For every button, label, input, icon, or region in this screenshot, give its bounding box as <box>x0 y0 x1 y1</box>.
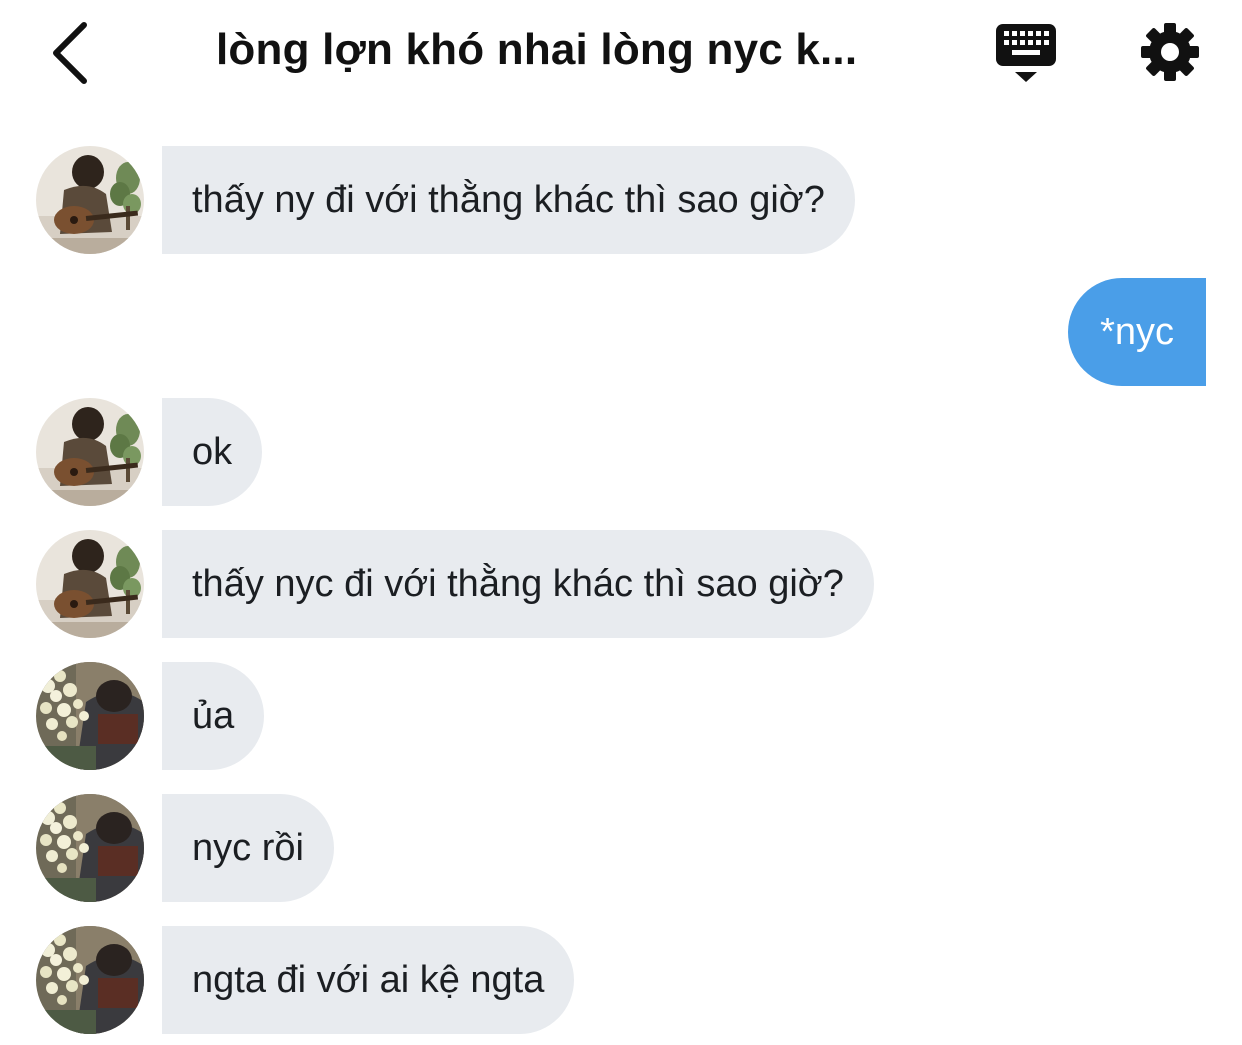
avatar-guitar[interactable] <box>36 530 144 638</box>
chevron-left-icon <box>53 22 87 84</box>
avatar-guitar-image <box>36 530 144 638</box>
message-text: nyc rồi <box>192 826 304 869</box>
avatar-flowers-image <box>36 794 144 902</box>
incoming-message-bubble[interactable]: thấy nyc đi với thằng khác thì sao giờ? <box>162 530 874 638</box>
message-text: ok <box>192 430 233 473</box>
message-row: ủa <box>0 662 1242 770</box>
avatar-flowers[interactable] <box>36 794 144 902</box>
message-text: *nyc <box>1100 310 1174 353</box>
chat-header: lòng lợn khó nhai lòng nyc k... <box>0 0 1242 110</box>
chat-title: lòng lợn khó nhai lòng nyc k... <box>216 25 858 74</box>
avatar-flowers-image <box>36 662 144 770</box>
gear-icon <box>1141 23 1199 81</box>
outgoing-message-bubble[interactable]: *nyc <box>1068 278 1206 386</box>
message-row: thấy nyc đi với thằng khác thì sao giờ? <box>0 530 1242 638</box>
incoming-message-bubble[interactable]: ok <box>162 398 263 506</box>
avatar-flowers[interactable] <box>36 926 144 1034</box>
avatar-guitar[interactable] <box>36 146 144 254</box>
avatar-guitar-image <box>36 398 144 506</box>
avatar-guitar-image <box>36 146 144 254</box>
message-row: *nyc <box>0 278 1242 386</box>
incoming-message-bubble[interactable]: ngta đi với ai kệ ngta <box>162 926 575 1034</box>
message-row: nyc rồi <box>0 794 1242 902</box>
keyboard-hide-icon <box>996 24 1056 82</box>
message-text: ủa <box>192 694 235 737</box>
avatar-flowers-image <box>36 926 144 1034</box>
avatar-flowers[interactable] <box>36 662 144 770</box>
incoming-message-bubble[interactable]: ủa <box>162 662 265 770</box>
message-row: ok <box>0 398 1242 506</box>
avatar-guitar[interactable] <box>36 398 144 506</box>
keyboard-button[interactable] <box>992 20 1060 86</box>
message-text: thấy ny đi với thằng khác thì sao giờ? <box>192 178 825 221</box>
incoming-message-bubble[interactable]: thấy ny đi với thằng khác thì sao giờ? <box>162 146 855 254</box>
message-text: thấy nyc đi với thằng khác thì sao giờ? <box>192 562 844 605</box>
message-row: ngta đi với ai kệ ngta <box>0 926 1242 1034</box>
back-button[interactable] <box>38 18 102 88</box>
settings-button[interactable] <box>1136 18 1204 86</box>
message-row: thấy ny đi với thằng khác thì sao giờ? <box>0 146 1242 254</box>
incoming-message-bubble[interactable]: nyc rồi <box>162 794 334 902</box>
message-text: ngta đi với ai kệ ngta <box>192 958 545 1001</box>
